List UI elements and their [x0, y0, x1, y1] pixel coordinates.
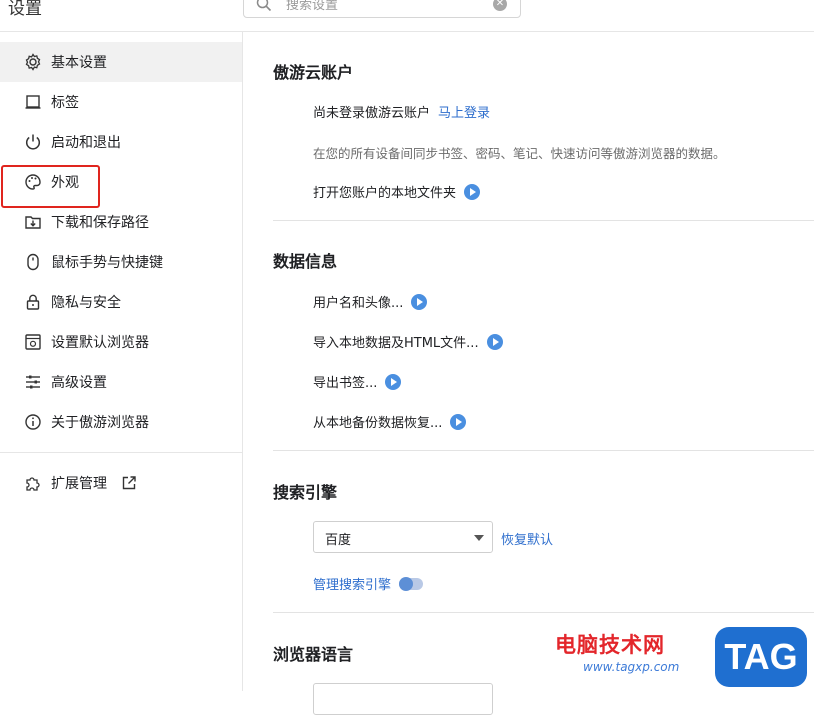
sidebar-item-basic-settings[interactable]: 基本设置: [0, 42, 242, 82]
data-item-import[interactable]: 导入本地数据及HTML文件...: [313, 332, 503, 351]
manage-search-engines-row: 管理搜索引擎: [313, 574, 424, 593]
arrow-right-icon[interactable]: [486, 333, 503, 350]
open-account-folder-label: 打开您账户的本地文件夹: [313, 186, 457, 201]
section-title-account: 傲游云账户: [273, 63, 354, 82]
toggle-knob: [399, 576, 414, 591]
sidebar-item-label: 标签: [51, 95, 79, 111]
lock-icon: [26, 294, 40, 310]
watermark-text: 电脑技术网: [555, 633, 665, 657]
sliders-icon: [26, 375, 40, 389]
palette-icon: [25, 174, 41, 190]
page-title: 设置: [8, 0, 42, 19]
browser-icon: [25, 334, 41, 350]
restore-default-link[interactable]: 恢复默认: [501, 529, 553, 548]
tab-icon: [25, 95, 41, 109]
gear-icon: [25, 53, 41, 71]
section-title-data-info: 数据信息: [273, 252, 338, 271]
sidebar-item-label: 高级设置: [51, 375, 107, 391]
section-title-language: 浏览器语言: [273, 645, 354, 664]
sidebar-item-about[interactable]: 关于傲游浏览器: [0, 402, 242, 442]
sidebar-item-label: 扩展管理: [51, 476, 107, 492]
section-divider: [273, 220, 814, 221]
sidebar-item-advanced[interactable]: 高级设置: [0, 362, 242, 402]
sidebar-item-mouse-gestures[interactable]: 鼠标手势与快捷键: [0, 242, 242, 282]
search-input[interactable]: [286, 0, 486, 15]
data-item-user-avatar[interactable]: 用户名和头像...: [313, 292, 428, 311]
sidebar-item-label: 关于傲游浏览器: [51, 415, 149, 431]
search-icon: [256, 0, 272, 12]
data-item-export-bookmarks[interactable]: 导出书签...: [313, 372, 402, 391]
mouse-icon: [27, 253, 39, 271]
manage-search-toggle[interactable]: [399, 576, 424, 591]
sidebar-item-label: 鼠标手势与快捷键: [51, 255, 163, 271]
watermark-url: www.tagxp.com: [583, 660, 680, 674]
search-engine-value: 百度: [325, 533, 352, 548]
sidebar: 基本设置 标签 启动和退出 外观 下载和保存路径 鼠标手势与快捷键 隐私与安全 …: [0, 32, 243, 691]
section-divider: [273, 450, 814, 451]
search-box[interactable]: ✕: [243, 0, 521, 18]
sidebar-item-extensions[interactable]: 扩展管理: [0, 463, 242, 503]
sidebar-item-startup[interactable]: 启动和退出: [0, 122, 242, 162]
manage-search-engines-link[interactable]: 管理搜索引擎: [313, 574, 391, 593]
arrow-right-icon[interactable]: [411, 293, 428, 310]
arrow-right-icon[interactable]: [450, 413, 467, 430]
power-icon: [25, 134, 41, 150]
account-status-text: 尚未登录傲游云账户: [313, 106, 431, 121]
open-account-folder-row[interactable]: 打开您账户的本地文件夹: [313, 182, 481, 201]
data-item-label: 从本地备份数据恢复...: [313, 416, 443, 431]
login-link[interactable]: 马上登录: [438, 102, 490, 121]
data-item-label: 导入本地数据及HTML文件...: [313, 336, 479, 351]
sidebar-item-label: 设置默认浏览器: [51, 335, 149, 351]
search-engine-select[interactable]: 百度: [313, 521, 493, 553]
data-item-label: 用户名和头像...: [313, 296, 404, 311]
sidebar-item-label: 外观: [51, 175, 79, 191]
sidebar-item-default-browser[interactable]: 设置默认浏览器: [0, 322, 242, 362]
arrow-right-icon[interactable]: [385, 373, 402, 390]
account-status-row: 尚未登录傲游云账户 马上登录: [313, 102, 490, 121]
sidebar-item-privacy[interactable]: 隐私与安全: [0, 282, 242, 322]
external-link-icon[interactable]: [121, 475, 137, 491]
watermark: 电脑技术网 www.tagxp.com TAG: [555, 627, 814, 691]
sidebar-divider: [0, 452, 242, 453]
sidebar-item-label: 隐私与安全: [51, 295, 121, 311]
sidebar-item-tabs[interactable]: 标签: [0, 82, 242, 122]
chevron-down-icon: [474, 535, 484, 541]
sidebar-item-appearance[interactable]: 外观: [0, 162, 242, 202]
watermark-badge: TAG: [715, 627, 807, 687]
info-icon: [25, 414, 41, 430]
sidebar-item-label: 基本设置: [51, 55, 107, 71]
top-bar: 设置 ✕: [0, 0, 814, 32]
section-divider: [273, 612, 814, 613]
data-item-label: 导出书签...: [313, 376, 378, 391]
sidebar-item-label: 启动和退出: [51, 135, 121, 151]
account-description: 在您的所有设备间同步书签、密码、笔记、快速访问等傲游浏览器的数据。: [313, 146, 726, 161]
sidebar-item-downloads[interactable]: 下载和保存路径: [0, 202, 242, 242]
data-item-restore-backup[interactable]: 从本地备份数据恢复...: [313, 412, 467, 431]
clear-search-icon[interactable]: ✕: [493, 0, 507, 11]
puzzle-icon: [26, 477, 40, 491]
download-icon: [25, 216, 41, 229]
language-select[interactable]: [313, 683, 493, 715]
section-title-search-engine: 搜索引擎: [273, 483, 338, 502]
sidebar-item-label: 下载和保存路径: [51, 215, 149, 231]
arrow-right-icon[interactable]: [464, 183, 481, 200]
watermark-badge-text: TAG: [724, 636, 798, 677]
